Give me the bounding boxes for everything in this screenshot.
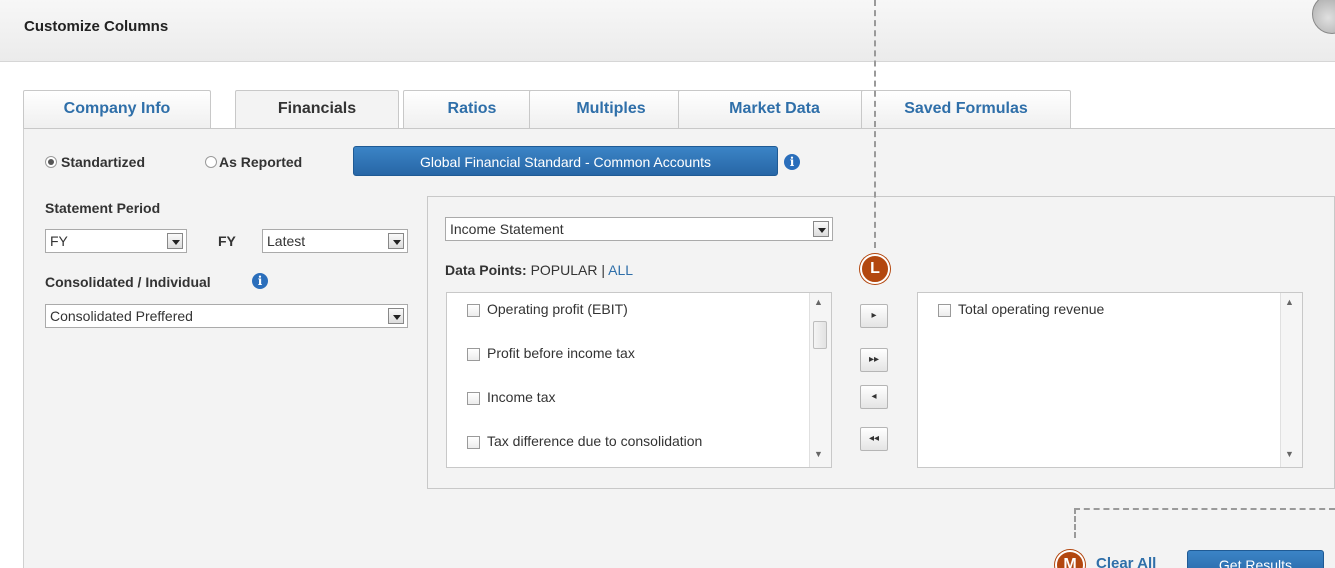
selected-data-points-list: Total operating revenue ▲ ▼	[917, 292, 1303, 468]
data-points-label: Data Points:	[445, 262, 527, 278]
scrollbar[interactable]: ▲ ▼	[809, 293, 831, 467]
list-item-label: Operating profit (EBIT)	[487, 301, 628, 317]
tab-ratios[interactable]: Ratios	[403, 90, 541, 129]
statement-period-label: Statement Period	[45, 200, 161, 216]
chevron-down-icon	[388, 233, 404, 249]
close-icon[interactable]	[1312, 0, 1335, 34]
info-icon[interactable]: i	[784, 154, 800, 170]
standardized-radio[interactable]	[45, 156, 57, 168]
tab-financials[interactable]: Financials	[235, 90, 399, 130]
tab-company-info[interactable]: Company Info	[23, 90, 211, 129]
as-reported-label: As Reported	[219, 154, 303, 170]
scroll-down-icon[interactable]: ▼	[1285, 449, 1294, 459]
all-link[interactable]: ALL	[608, 262, 633, 278]
consolidation-select[interactable]: Consolidated Preffered	[45, 304, 408, 328]
available-data-points-list: Operating profit (EBIT) Profit before in…	[446, 292, 832, 468]
fy-select[interactable]: Latest	[262, 229, 408, 253]
clear-all-link[interactable]: Clear All	[1096, 555, 1156, 568]
statement-select-value: Income Statement	[450, 221, 564, 237]
scroll-up-icon[interactable]: ▲	[1285, 297, 1294, 307]
popular-link[interactable]: POPULAR	[531, 262, 598, 278]
annotation-leader-line	[1074, 508, 1076, 538]
checkbox[interactable]	[467, 304, 480, 317]
period-select-value: FY	[50, 233, 68, 249]
checkbox[interactable]	[467, 348, 480, 361]
tab-multiples[interactable]: Multiples	[529, 90, 693, 129]
remove-one-button[interactable]: ◂	[860, 385, 888, 409]
add-all-button[interactable]: ▸▸	[860, 348, 888, 372]
standard-select-button[interactable]: Global Financial Standard - Common Accou…	[353, 146, 778, 176]
dialog-title: Customize Columns	[24, 18, 169, 35]
checkbox[interactable]	[467, 436, 480, 449]
chevron-down-icon	[813, 221, 829, 237]
chevron-down-icon	[167, 233, 183, 249]
period-select[interactable]: FY	[45, 229, 187, 253]
tab-saved-formulas[interactable]: Saved Formulas	[861, 90, 1071, 129]
list-item-label: Profit before income tax	[487, 345, 635, 361]
tab-market-data[interactable]: Market Data	[678, 90, 871, 129]
chevron-down-icon	[388, 308, 404, 324]
list-item-label: Tax difference due to consolidation	[487, 433, 703, 449]
statement-select[interactable]: Income Statement	[445, 217, 833, 241]
scroll-thumb[interactable]	[813, 321, 827, 349]
data-points-filter: Data Points: POPULAR | ALL	[445, 262, 633, 278]
list-item-label: Income tax	[487, 389, 556, 405]
annotation-leader-line	[1074, 508, 1335, 510]
annotation-leader-line	[874, 0, 876, 248]
filter-separator: |	[601, 262, 606, 278]
remove-all-button[interactable]: ◂◂	[860, 427, 888, 451]
get-results-button[interactable]: Get Results	[1187, 550, 1324, 568]
add-one-button[interactable]: ▸	[860, 304, 888, 328]
checkbox[interactable]	[938, 304, 951, 317]
scrollbar[interactable]: ▲ ▼	[1280, 293, 1302, 467]
standardized-label: Standartized	[61, 154, 146, 170]
dialog-header: Customize Columns	[0, 0, 1335, 62]
consolidation-label: Consolidated / Individual	[45, 274, 211, 290]
list-item-label: Total operating revenue	[958, 301, 1105, 317]
scroll-up-icon[interactable]: ▲	[814, 297, 823, 307]
fy-label: FY	[218, 233, 236, 249]
consolidation-select-value: Consolidated Preffered	[50, 308, 193, 324]
checkbox[interactable]	[467, 392, 480, 405]
marker-l: L	[860, 254, 890, 284]
info-icon[interactable]: i	[252, 273, 268, 289]
scroll-down-icon[interactable]: ▼	[814, 449, 823, 459]
as-reported-radio[interactable]	[205, 156, 217, 168]
fy-select-value: Latest	[267, 233, 306, 249]
tab-bar: Company Info Financials Ratios Multiples…	[23, 90, 1335, 130]
